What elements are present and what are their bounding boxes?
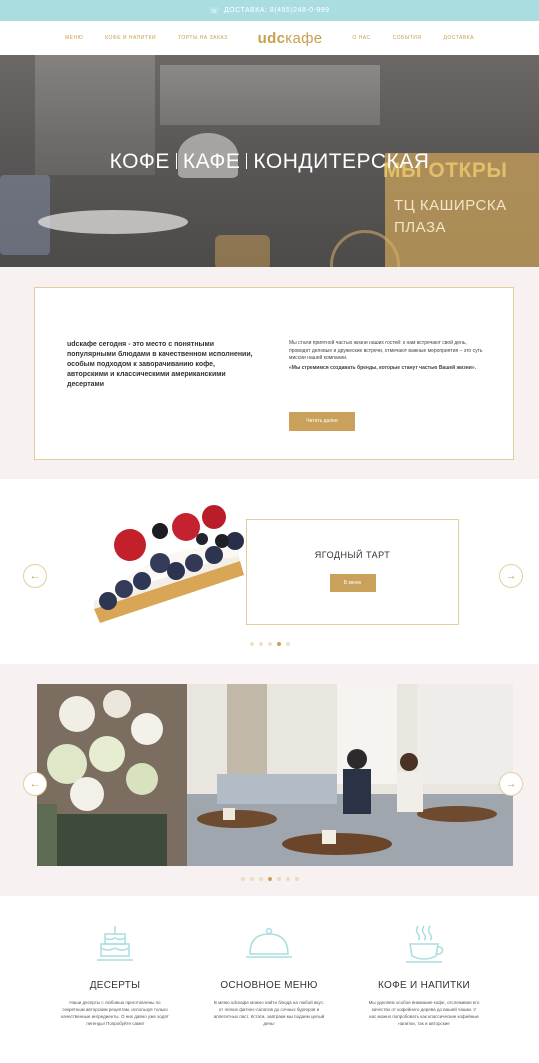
nav-link-coffee[interactable]: Кофе и напитки (105, 35, 156, 41)
cake-icon (40, 922, 190, 966)
logo-bold: udc (257, 29, 286, 47)
berry-tart-image (90, 501, 246, 624)
delivery-bar[interactable]: ☏ ДОСТАВКА: 8(495)248-0-999 (0, 0, 539, 21)
hero-location: ТЦ КАШИРСКА ПЛАЗА (394, 195, 507, 239)
hero-chair-image (215, 235, 270, 267)
logo-rest: кафе (285, 29, 323, 47)
feature-main-menu[interactable]: ОСНОВНОЕ МЕНЮ В меню udcкафе можно найти… (194, 922, 344, 1027)
gallery-dot[interactable] (259, 877, 263, 881)
to-menu-button[interactable]: В меню (329, 574, 376, 592)
menu-carousel: ЯГОДНЫЙ ТАРТ В меню ← → (0, 479, 539, 664)
intro-card: udcкафе сегодня - это место с понятными … (34, 287, 514, 460)
feature-title: ОСНОВНОЕ МЕНЮ (220, 980, 318, 991)
feature-description: Мы уделяем особое внимание кофе, отслежи… (368, 1000, 480, 1026)
hero-title-separator (175, 153, 177, 169)
carousel-dot[interactable] (250, 642, 254, 646)
logo[interactable]: udcкафе (258, 30, 323, 47)
intro-body: Мы стали приятной частью жизни наших гос… (289, 340, 485, 372)
gallery-section: ← → (0, 664, 539, 896)
coffee-cup-icon (349, 922, 499, 966)
nav-link-about[interactable]: О нас (352, 35, 370, 41)
hero-banner[interactable]: МЫ ОТКРЫ КОФЕ КАФЕ КОНДИТЕРСКАЯ ТЦ КАШИРСК… (0, 55, 539, 267)
intro-section: udcкафе сегодня - это место с понятными … (0, 267, 539, 479)
hero-title-cafe: КАФЕ (182, 150, 241, 173)
nav-link-delivery[interactable]: Доставка (443, 35, 474, 41)
carousel-dot[interactable] (259, 642, 263, 646)
arrow-left-icon: ← (29, 570, 41, 582)
carousel-next-button[interactable]: → (499, 564, 523, 588)
carousel-prev-button[interactable]: ← (23, 564, 47, 588)
gallery-next-button[interactable]: → (499, 772, 523, 796)
hero-title-coffee: КОФЕ (109, 150, 170, 173)
page: ☏ ДОСТАВКА: 8(495)248-0-999 Меню Кофе и … (0, 0, 539, 1063)
feature-coffee[interactable]: КОФЕ И НАПИТКИ Мы уделяем особое внимани… (349, 922, 499, 1027)
hero-table-image (38, 210, 188, 234)
intro-quote: «Мы стремимся создавать бренды, которые … (289, 364, 476, 371)
feature-desserts[interactable]: ДЕСЕРТЫ Наши десерты с любовью приготовл… (40, 922, 190, 1027)
cloche-icon (194, 922, 344, 966)
nav-link-events[interactable]: События (393, 35, 422, 41)
intro-lead-text: udcкафе сегодня - это место с понятными … (67, 341, 253, 388)
feature-title: КОФЕ И НАПИТКИ (378, 980, 470, 991)
nav-link-cakes[interactable]: Торты на заказ (178, 35, 228, 41)
arrow-right-icon: → (505, 570, 517, 582)
arrow-left-icon: ← (29, 778, 41, 790)
hero-sofa-image (0, 175, 50, 255)
feature-title: ДЕСЕРТЫ (89, 980, 141, 991)
hero-title: КОФЕ КАФЕ КОНДИТЕРСКАЯ (0, 150, 539, 174)
hero-window-image (160, 65, 380, 125)
hero-title-separator (246, 153, 248, 169)
main-nav: Меню Кофе и напитки Торты на заказ udcка… (0, 21, 539, 55)
carousel-pagination (250, 642, 290, 646)
gallery-dot[interactable] (241, 877, 245, 881)
delivery-phone[interactable]: ДОСТАВКА: 8(495)248-0-999 (224, 7, 330, 14)
features-section: ДЕСЕРТЫ Наши десерты с любовью приготовл… (0, 896, 539, 1063)
feature-description: В меню udcкафе можно найти блюда на любо… (213, 1000, 325, 1026)
arrow-right-icon: → (505, 778, 517, 790)
hero-title-confectionery: КОНДИТЕРСКАЯ (253, 150, 430, 173)
gallery-prev-button[interactable]: ← (23, 772, 47, 796)
carousel-item-card: ЯГОДНЫЙ ТАРТ В меню (246, 519, 459, 625)
gallery-dot[interactable] (295, 877, 299, 881)
intro-body-text: Мы стали приятной частью жизни наших гос… (289, 340, 483, 361)
gallery-pagination (241, 877, 299, 881)
carousel-dot[interactable] (268, 642, 272, 646)
phone-icon: ☏ (209, 6, 220, 15)
read-more-button[interactable]: Читать далее (289, 412, 355, 431)
feature-description: Наши десерты с любовью приготовлены по с… (61, 1000, 169, 1026)
gallery-dot[interactable] (250, 877, 254, 881)
gallery-dot[interactable] (268, 877, 272, 881)
nav-link-menu[interactable]: Меню (65, 35, 83, 41)
hero-location-line1: ТЦ КАШИРСКА (394, 197, 507, 214)
hero-location-line2: ПЛАЗА (394, 219, 447, 236)
carousel-item-title: ЯГОДНЫЙ ТАРТ (314, 550, 391, 560)
carousel-dot[interactable] (286, 642, 290, 646)
carousel-dot[interactable] (277, 642, 281, 646)
cafe-interior-photo (37, 684, 513, 866)
gallery-dot[interactable] (277, 877, 281, 881)
gallery-dot[interactable] (286, 877, 290, 881)
